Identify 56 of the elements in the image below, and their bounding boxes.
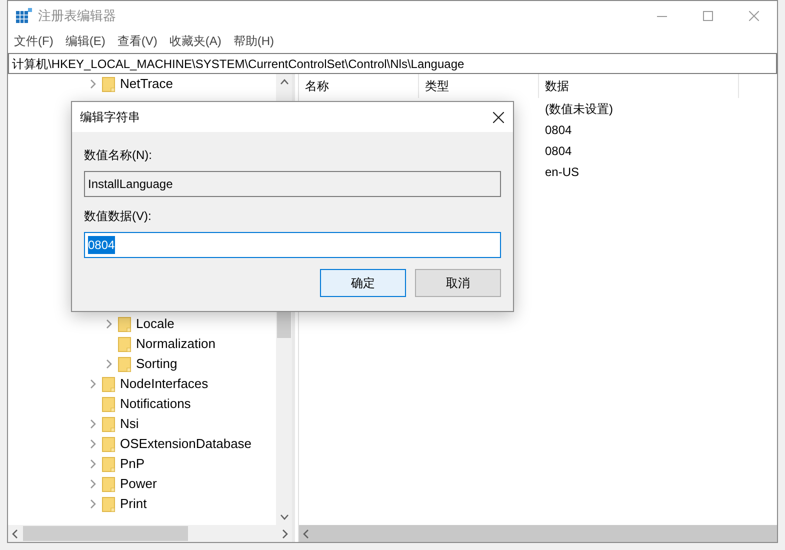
folder-icon <box>102 456 115 472</box>
chevron-right-icon[interactable] <box>106 319 113 329</box>
tree-item[interactable]: NetTrace <box>120 74 173 94</box>
tree-item[interactable]: Power <box>120 474 157 494</box>
folder-icon <box>102 436 115 452</box>
dialog-button[interactable]: 确定 <box>320 269 406 297</box>
tree-item[interactable]: Normalization <box>136 334 216 354</box>
dialog-title: 编辑字符串 <box>80 109 140 126</box>
tree-item[interactable]: Print <box>120 494 147 514</box>
value-data-cell-text: (数值未设置) <box>545 100 614 118</box>
folder-icon <box>118 336 131 352</box>
tree-item[interactable]: OSExtensionDatabase <box>120 434 252 454</box>
scroll-thumb[interactable] <box>23 526 188 541</box>
column-header[interactable]: 类型 <box>419 74 539 98</box>
folder-icon <box>102 76 115 92</box>
field-label: 数值名称(N): <box>84 147 153 164</box>
menu-item[interactable]: 收藏夹(A) <box>169 32 222 50</box>
menu-item[interactable]: 编辑(E) <box>65 32 106 50</box>
value-data-field[interactable]: 0804 <box>84 232 501 258</box>
tree-item[interactable]: NodeInterfaces <box>120 374 208 394</box>
value-data-cell-text: 0804 <box>545 122 573 138</box>
menu-item[interactable]: 帮助(H) <box>233 32 274 50</box>
folder-icon <box>102 496 115 512</box>
folder-icon <box>102 376 115 392</box>
maximize-icon <box>703 11 713 21</box>
horizontal-scrollbar[interactable] <box>299 525 777 542</box>
folder-icon <box>118 316 131 332</box>
column-header[interactable]: 数据 <box>539 74 739 98</box>
tree-item[interactable]: Sorting <box>136 354 178 374</box>
scroll-left-icon[interactable] <box>11 528 19 538</box>
menu-item[interactable]: 查看(V) <box>117 32 158 50</box>
window-title: 注册表编辑器 <box>38 7 116 26</box>
address-bar[interactable]: 计算机\HKEY_LOCAL_MACHINE\SYSTEM\CurrentControlSet\Control\Nls\Language <box>8 53 777 74</box>
folder-icon <box>102 476 115 492</box>
value-data-cell-text: en-US <box>545 164 580 180</box>
horizontal-scrollbar[interactable] <box>8 525 292 542</box>
tree-item[interactable]: PnP <box>120 454 145 474</box>
scroll-thumb[interactable] <box>277 310 291 338</box>
tree-item[interactable]: Locale <box>136 314 174 334</box>
scroll-left-icon[interactable] <box>302 528 310 538</box>
value-name-field[interactable]: InstallLanguage <box>84 171 501 197</box>
column-header[interactable]: 名称 <box>299 74 419 98</box>
close-icon <box>492 112 504 122</box>
menu-item[interactable]: 文件(F) <box>14 32 54 50</box>
tree-item[interactable]: Nsi <box>120 414 139 434</box>
dialog-button[interactable]: 取消 <box>415 269 501 297</box>
registry-app-icon <box>16 8 32 24</box>
folder-icon <box>118 356 131 372</box>
chevron-right-icon[interactable] <box>90 79 97 89</box>
tree-item[interactable]: Notifications <box>120 394 191 414</box>
folder-icon <box>102 396 115 412</box>
scroll-right-icon[interactable] <box>281 528 289 538</box>
field-label: 数值数据(V): <box>84 208 152 225</box>
close-icon <box>749 11 759 21</box>
value-data-cell-text: 0804 <box>545 142 573 160</box>
folder-icon <box>102 416 115 432</box>
